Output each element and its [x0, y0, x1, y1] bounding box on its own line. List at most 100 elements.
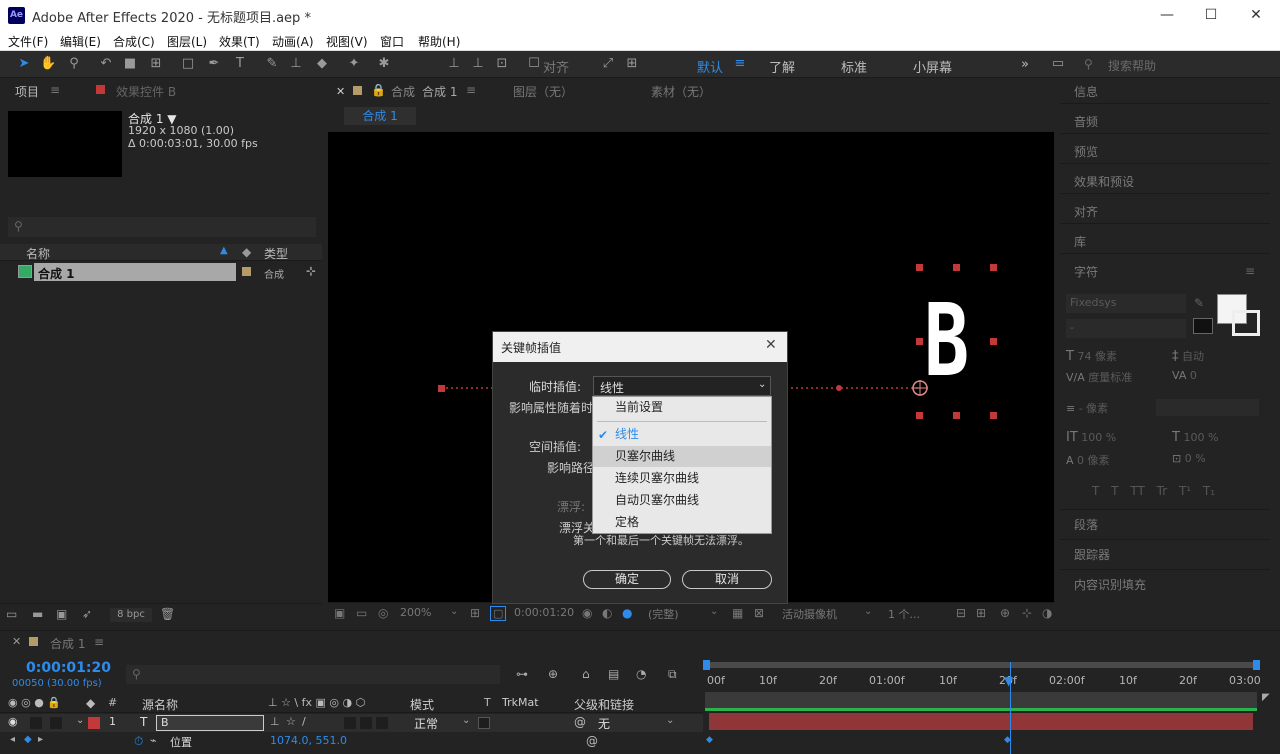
- small-caps-button[interactable]: Tr: [1157, 484, 1168, 498]
- menu-animation[interactable]: 动画(A): [272, 33, 314, 50]
- col-t[interactable]: T: [484, 696, 491, 709]
- ok-button[interactable]: 确定: [583, 570, 671, 589]
- menu-effect[interactable]: 效果(T): [219, 33, 260, 50]
- leading-field[interactable]: ‡ 自动: [1172, 348, 1204, 364]
- panel-audio[interactable]: 音频: [1074, 113, 1098, 130]
- work-area-bar[interactable]: [705, 662, 1257, 668]
- workspace-learn[interactable]: 了解: [769, 57, 795, 76]
- visibility-icon[interactable]: ◉: [8, 715, 18, 728]
- property-value[interactable]: 1074.0, 551.0: [270, 734, 347, 747]
- menu-option-linear[interactable]: 线性: [593, 424, 771, 445]
- tab-project[interactable]: 项目: [15, 83, 39, 100]
- stroke-width-field[interactable]: ≡ - 像素: [1066, 400, 1108, 416]
- workspace-menu-icon[interactable]: ≡: [732, 56, 748, 72]
- eraser-tool-icon[interactable]: ◆: [314, 56, 330, 72]
- comp-subtab[interactable]: 合成 1: [344, 107, 416, 125]
- audio-toggle[interactable]: [30, 717, 42, 729]
- menu-file[interactable]: 文件(F): [8, 33, 48, 50]
- tab-menu-icon[interactable]: ≡: [50, 83, 60, 97]
- bbox-handle[interactable]: [990, 264, 997, 271]
- faux-bold-button[interactable]: T: [1092, 484, 1099, 498]
- quality-switch-icon[interactable]: /: [302, 715, 306, 728]
- property-row[interactable]: ◂ ◆ ▸ ⏱ ⌁ 位置 1074.0, 551.0 @: [0, 733, 703, 751]
- temporal-select[interactable]: 线性 ⌄: [593, 376, 771, 396]
- horizontal-scale-field[interactable]: T 100 %: [1172, 430, 1218, 445]
- eyedropper-icon[interactable]: ✎: [1194, 296, 1204, 310]
- layer-mode-select[interactable]: 正常: [414, 715, 438, 732]
- menu-layer[interactable]: 图层(L): [167, 33, 207, 50]
- workspace-standard[interactable]: 标准: [841, 57, 867, 76]
- text-layer-glyph[interactable]: B: [924, 291, 969, 391]
- all-caps-button[interactable]: TT: [1130, 484, 1144, 498]
- sync-settings-icon[interactable]: ▭: [1050, 56, 1066, 72]
- search-help-field[interactable]: ⚲ 搜索帮助: [1080, 55, 1270, 74]
- menu-option-bezier[interactable]: 贝塞尔曲线: [593, 446, 771, 467]
- layer-label-swatch[interactable]: [88, 717, 100, 729]
- vertical-scale-field[interactable]: IT 100 %: [1066, 430, 1116, 445]
- shy-layers-icon[interactable]: ⌂: [582, 667, 590, 681]
- preserve-transparency-checkbox[interactable]: [478, 717, 490, 729]
- expand-layer-icon[interactable]: ⌄: [76, 715, 84, 726]
- faux-italic-button[interactable]: T: [1111, 484, 1118, 498]
- close-window-button[interactable]: ✕: [1245, 4, 1267, 26]
- menu-window[interactable]: 窗口: [380, 33, 404, 50]
- adjust-project-icon[interactable]: ➶: [82, 607, 92, 621]
- workspace-more-icon[interactable]: »: [1021, 57, 1029, 72]
- tsume-field[interactable]: ⊡ 0 %: [1172, 452, 1206, 465]
- exposure-icon[interactable]: ◑: [1042, 606, 1052, 620]
- work-area-start-handle[interactable]: [703, 660, 710, 670]
- flowchart-icon[interactable]: ⊹: [1022, 606, 1032, 620]
- tab-menu-icon[interactable]: ≡: [466, 83, 476, 97]
- rotate-tool-icon[interactable]: ↶: [98, 56, 114, 72]
- layer-name-input[interactable]: B: [156, 715, 264, 731]
- panel-align[interactable]: 对齐: [1074, 203, 1098, 220]
- workspace-default[interactable]: 默认: [697, 57, 723, 76]
- world-axis-icon[interactable]: ⊥: [470, 56, 486, 72]
- panel-library[interactable]: 库: [1074, 233, 1086, 250]
- type-tool-icon[interactable]: T: [232, 56, 248, 72]
- frame-blending-icon[interactable]: ▤: [608, 667, 619, 681]
- collapse-switch-icon[interactable]: ☆: [286, 715, 296, 728]
- black-swatch[interactable]: [1193, 318, 1213, 334]
- baseline-shift-field[interactable]: A 0 像素: [1066, 452, 1110, 468]
- font-family-select[interactable]: Fixedsys: [1066, 294, 1186, 313]
- menu-option-continuous-bezier[interactable]: 连续贝塞尔曲线: [593, 468, 771, 489]
- tab-composition-name[interactable]: 合成 1: [422, 83, 457, 100]
- tracking-field[interactable]: VA 0: [1172, 369, 1197, 382]
- pickwhip-icon[interactable]: @: [574, 715, 586, 729]
- trash-icon[interactable]: 🗑: [160, 607, 175, 621]
- superscript-button[interactable]: T¹: [1179, 484, 1191, 498]
- transparency-grid-icon[interactable]: ⊠: [754, 606, 764, 620]
- graph-icon[interactable]: ⌁: [150, 734, 157, 747]
- shy-switch-icon[interactable]: ⊥: [270, 715, 280, 728]
- display-icon[interactable]: ▭: [356, 606, 367, 620]
- menu-view[interactable]: 视图(V): [326, 33, 368, 50]
- tab-layer[interactable]: 图层（无）: [513, 83, 573, 100]
- flowchart-icon[interactable]: ⊹: [306, 264, 316, 278]
- stopwatch-icon[interactable]: ⏱: [134, 734, 143, 749]
- new-folder-icon[interactable]: ▬: [32, 607, 43, 621]
- next-keyframe-icon[interactable]: ▸: [38, 734, 43, 745]
- timeline-tab[interactable]: 合成 1: [50, 635, 85, 652]
- adjustment-switch[interactable]: [344, 717, 356, 729]
- timeline-current-time[interactable]: 0:00:01:20: [26, 660, 111, 676]
- zoom-dropdown-icon[interactable]: ⌄: [450, 606, 458, 617]
- bbox-handle[interactable]: [953, 412, 960, 419]
- pan-behind-tool-icon[interactable]: ⊞: [148, 56, 164, 72]
- snap-grid-icon[interactable]: ⊞: [624, 56, 640, 72]
- motion-blur-icon[interactable]: ◔: [636, 667, 646, 681]
- bbox-handle[interactable]: [990, 338, 997, 345]
- always-preview-icon[interactable]: ▣: [334, 606, 345, 620]
- panel-preview[interactable]: 预览: [1074, 143, 1098, 160]
- maximize-button[interactable]: ☐: [1200, 4, 1222, 26]
- col-trkmat[interactable]: TrkMat: [502, 696, 539, 709]
- stroke-type-select[interactable]: [1156, 399, 1259, 416]
- parent-dropdown-icon[interactable]: ⌄: [666, 715, 674, 726]
- camera-dropdown-icon[interactable]: ⌄: [864, 606, 872, 617]
- rectangle-tool-icon[interactable]: □: [180, 56, 196, 72]
- menu-option-current[interactable]: 当前设置: [593, 397, 771, 418]
- panel-character[interactable]: 字符: [1074, 263, 1098, 280]
- bbox-handle[interactable]: [916, 338, 923, 345]
- menu-option-auto-bezier[interactable]: 自动贝塞尔曲线: [593, 490, 771, 511]
- clone-stamp-tool-icon[interactable]: ⊥: [288, 56, 304, 72]
